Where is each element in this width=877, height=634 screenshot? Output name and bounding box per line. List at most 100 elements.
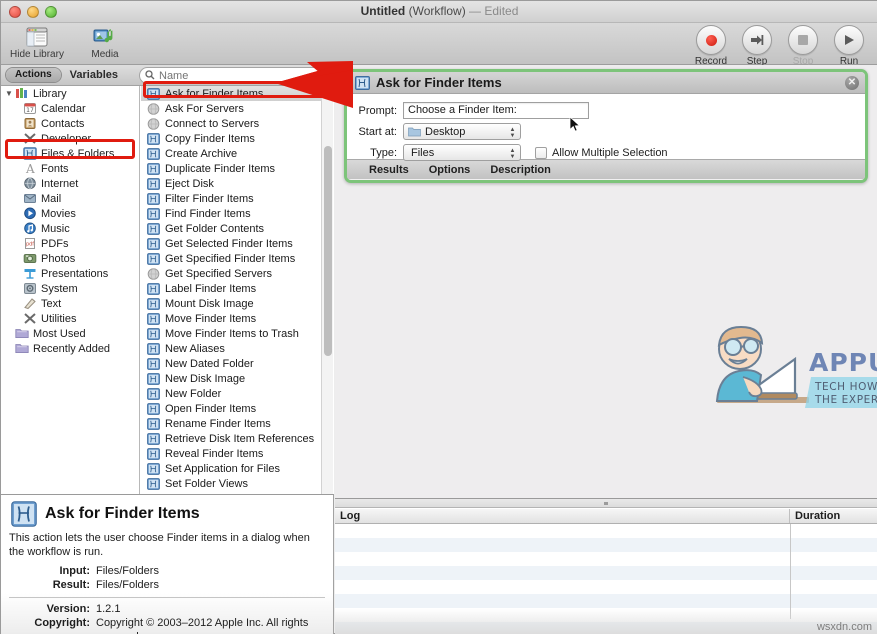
- tab-options[interactable]: Options: [429, 164, 471, 176]
- action-item-connect-to-servers[interactable]: Connect to Servers: [141, 116, 334, 131]
- action-item-get-selected-finder-items[interactable]: Get Selected Finder Items: [141, 236, 334, 251]
- stop-button[interactable]: Stop: [784, 25, 822, 67]
- action-item-new-folder[interactable]: New Folder: [141, 386, 334, 401]
- tab-description[interactable]: Description: [490, 164, 551, 176]
- action-item-get-folder-contents[interactable]: Get Folder Contents: [141, 221, 334, 236]
- disclosure-triangle-icon[interactable]: ▼: [5, 89, 14, 98]
- log-column-log[interactable]: Log: [335, 509, 790, 523]
- allow-multiple-checkbox[interactable]: [535, 147, 547, 159]
- action-item-create-archive[interactable]: Create Archive: [141, 146, 334, 161]
- log-row: [335, 580, 877, 594]
- library-item-fonts[interactable]: AFonts: [1, 161, 139, 176]
- library-tree[interactable]: ▼Library17CalendarContactsDeveloperFiles…: [1, 86, 140, 494]
- log-panel-resize-handle[interactable]: [335, 499, 877, 508]
- action-item-duplicate-finder-items[interactable]: Duplicate Finder Items: [141, 161, 334, 176]
- action-item-get-specified-finder-items[interactable]: Get Specified Finder Items: [141, 251, 334, 266]
- search-icon: [145, 67, 155, 85]
- action-item-reveal-finder-items[interactable]: Reveal Finder Items: [141, 446, 334, 461]
- library-item-photos[interactable]: Photos: [1, 251, 139, 266]
- action-item-get-specified-servers[interactable]: Get Specified Servers: [141, 266, 334, 281]
- library-item-internet[interactable]: Internet: [1, 176, 139, 191]
- resize-grip-icon: [604, 502, 608, 505]
- action-item-retrieve-disk-item-references[interactable]: Retrieve Disk Item References: [141, 431, 334, 446]
- action-item-move-finder-items-to-trash[interactable]: Move Finder Items to Trash: [141, 326, 334, 341]
- library-item-presentations[interactable]: Presentations: [1, 266, 139, 281]
- description-io-block: Input: Files/Folders Result: Files/Folde…: [1, 564, 333, 592]
- workflow-canvas[interactable]: Ask for Finder Items ✕ Prompt: Choose a …: [335, 65, 877, 498]
- library-item-most-used[interactable]: Most Used: [1, 326, 139, 341]
- allow-multiple-row[interactable]: Allow Multiple Selection: [535, 147, 668, 159]
- automator-window: Untitled (Workflow) — Edited: [0, 0, 877, 634]
- library-item-music[interactable]: Music: [1, 221, 139, 236]
- library-item-recently-added[interactable]: Recently Added: [1, 341, 139, 356]
- library-item-pdfs[interactable]: pdfPDFs: [1, 236, 139, 251]
- allow-multiple-label: Allow Multiple Selection: [552, 147, 668, 159]
- library-item-text[interactable]: Text: [1, 296, 139, 311]
- action-item-label: Set Folder Views: [165, 478, 248, 490]
- prompt-input[interactable]: Choose a Finder Item:: [403, 102, 589, 119]
- library-item-calendar[interactable]: 17Calendar: [1, 101, 139, 116]
- actions-list-scroll-thumb[interactable]: [324, 146, 332, 356]
- action-item-new-dated-folder[interactable]: New Dated Folder: [141, 356, 334, 371]
- log-column-duration[interactable]: Duration: [790, 509, 840, 523]
- pdf-icon: pdf: [23, 237, 37, 250]
- action-item-mount-disk-image[interactable]: Mount Disk Image: [141, 296, 334, 311]
- action-item-set-application-for-files[interactable]: Set Application for Files: [141, 461, 334, 476]
- type-select[interactable]: Files ▲▼: [403, 144, 521, 161]
- hide-library-button[interactable]: Hide Library: [9, 24, 65, 60]
- tab-results[interactable]: Results: [369, 164, 409, 176]
- search-field[interactable]: [139, 67, 329, 84]
- action-item-new-aliases[interactable]: New Aliases: [141, 341, 334, 356]
- tab-variables[interactable]: Variables: [70, 69, 118, 81]
- svg-text:TECH HOW-TO'S FROM: TECH HOW-TO'S FROM: [814, 381, 877, 393]
- action-item-eject-disk[interactable]: Eject Disk: [141, 176, 334, 191]
- library-item-utilities[interactable]: Utilities: [1, 311, 139, 326]
- action-item-label: New Disk Image: [165, 373, 245, 385]
- library-item-contacts[interactable]: Contacts: [1, 116, 139, 131]
- window-titlebar: Untitled (Workflow) — Edited: [1, 1, 877, 23]
- actions-list-scrollbar[interactable]: [321, 86, 333, 494]
- tab-actions[interactable]: Actions: [6, 68, 61, 82]
- action-item-label-finder-items[interactable]: Label Finder Items: [141, 281, 334, 296]
- action-item-open-finder-items[interactable]: Open Finder Items: [141, 401, 334, 416]
- library-item-system[interactable]: System: [1, 281, 139, 296]
- play-triangle-icon: [843, 34, 855, 46]
- log-panel: Log Duration wsxdn.com: [335, 498, 877, 634]
- action-item-rename-finder-items[interactable]: Rename Finder Items: [141, 416, 334, 431]
- media-button[interactable]: Media: [77, 24, 133, 60]
- library-item-mail[interactable]: Mail: [1, 191, 139, 206]
- window-title-kind: (Workflow): [405, 4, 469, 18]
- run-button[interactable]: Run: [830, 25, 868, 67]
- photos-icon: [23, 252, 37, 265]
- description-input-row: Input: Files/Folders: [1, 564, 333, 578]
- finder-action-icon: [147, 448, 160, 460]
- action-item-ask-for-finder-items[interactable]: Ask for Finder Items: [141, 86, 334, 101]
- close-icon[interactable]: ✕: [845, 76, 859, 90]
- library-item-files-folders[interactable]: Files & Folders: [1, 146, 139, 161]
- action-item-ask-for-servers[interactable]: Ask For Servers: [141, 101, 334, 116]
- media-browser-icon: [77, 24, 133, 48]
- action-item-copy-finder-items[interactable]: Copy Finder Items: [141, 131, 334, 146]
- actions-list[interactable]: Ask for Finder ItemsAsk For ServersConne…: [141, 86, 334, 494]
- library-item-developer[interactable]: Developer: [1, 131, 139, 146]
- search-input[interactable]: [159, 70, 309, 82]
- action-item-find-finder-items[interactable]: Find Finder Items: [141, 206, 334, 221]
- description-title: Ask for Finder Items: [45, 505, 200, 523]
- developer-icon: [23, 132, 37, 145]
- library-item-movies[interactable]: Movies: [1, 206, 139, 221]
- start-at-select[interactable]: Desktop ▲▼: [403, 123, 521, 140]
- folder-icon: [408, 126, 421, 137]
- workflow-action-card[interactable]: Ask for Finder Items ✕ Prompt: Choose a …: [344, 69, 868, 183]
- action-card-tabs[interactable]: Results Options Description: [347, 159, 865, 179]
- library-item-label: Mail: [41, 193, 61, 205]
- finder-action-icon: [147, 433, 160, 445]
- step-button[interactable]: Step: [738, 25, 776, 67]
- finder-action-icon: [147, 343, 160, 355]
- action-item-new-disk-image[interactable]: New Disk Image: [141, 371, 334, 386]
- actions-variables-segment[interactable]: Actions: [5, 67, 62, 83]
- record-button[interactable]: Record: [692, 25, 730, 67]
- action-item-set-folder-views[interactable]: Set Folder Views: [141, 476, 334, 491]
- action-item-filter-finder-items[interactable]: Filter Finder Items: [141, 191, 334, 206]
- library-item-library[interactable]: ▼Library: [1, 86, 139, 101]
- action-item-move-finder-items[interactable]: Move Finder Items: [141, 311, 334, 326]
